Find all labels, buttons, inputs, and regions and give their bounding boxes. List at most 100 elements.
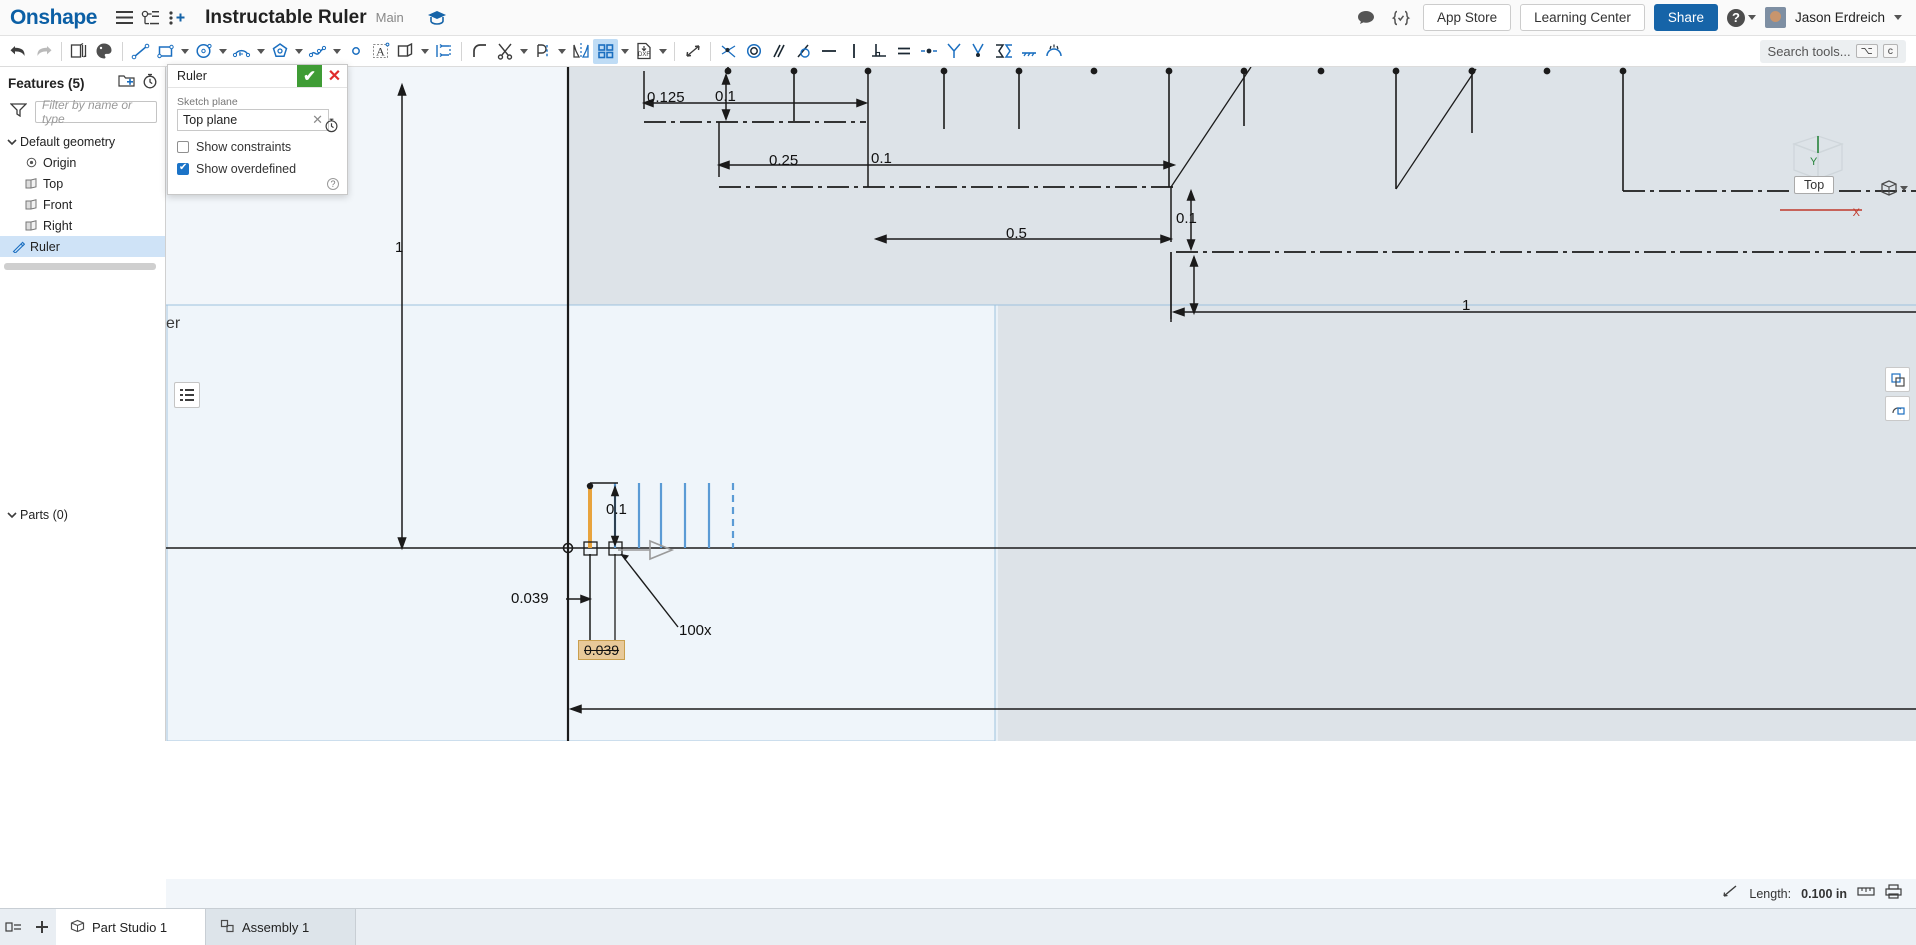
text-tool[interactable]: A — [368, 39, 393, 64]
arc-chevron-down-icon[interactable] — [254, 39, 267, 64]
extend-chevron-down-icon[interactable] — [555, 39, 568, 64]
copy-button[interactable] — [67, 39, 92, 64]
coincident-constraint[interactable] — [716, 39, 741, 64]
vertical-constraint[interactable] — [841, 39, 866, 64]
mirror-tool[interactable] — [568, 39, 593, 64]
graduation-cap-icon[interactable] — [426, 7, 448, 29]
spline-chevron-down-icon[interactable] — [330, 39, 343, 64]
show-constraints-toggle[interactable] — [1041, 39, 1066, 64]
offset-chevron-down-icon[interactable] — [418, 39, 431, 64]
equal-constraint[interactable] — [891, 39, 916, 64]
polygon-tool[interactable] — [267, 39, 292, 64]
sketch-list-button[interactable] — [174, 382, 200, 408]
chevron-down-icon[interactable] — [5, 511, 18, 519]
dimension-label[interactable]: 1 — [1462, 297, 1470, 314]
show-overdefined-row[interactable]: Show overdefined — [177, 162, 338, 176]
fillet-tool[interactable] — [467, 39, 492, 64]
midpoint-constraint[interactable] — [916, 39, 941, 64]
horizontal-constraint[interactable] — [816, 39, 841, 64]
cad-viewport[interactable]: 0.125 0.1 0.25 0.1 0.5 0.1 1 1 0.039 0.1… — [166, 67, 1916, 741]
rectangle-chevron-down-icon[interactable] — [178, 39, 191, 64]
sketch-display-button[interactable] — [1885, 367, 1910, 392]
perpendicular-constraint[interactable] — [866, 39, 891, 64]
linear-pattern-tool[interactable] — [593, 38, 618, 64]
avatar[interactable] — [1764, 7, 1786, 28]
dimension-label[interactable]: 0.1 — [871, 150, 892, 167]
tab-assembly-1[interactable]: Assembly 1 — [206, 909, 356, 945]
tangent-constraint[interactable] — [791, 39, 816, 64]
parts-section[interactable]: Parts (0) — [0, 504, 165, 525]
tree-group-default-geometry[interactable]: Default geometry — [0, 131, 165, 152]
appearance-button[interactable] — [92, 39, 117, 64]
dialog-clock-icon[interactable] — [324, 118, 339, 138]
print-icon[interactable] — [1885, 883, 1902, 904]
app-store-button[interactable]: App Store — [1423, 4, 1512, 31]
chevron-down-icon[interactable] — [5, 138, 18, 146]
concentric-constraint[interactable] — [741, 39, 766, 64]
overdefined-dimension-label[interactable]: 0.039 — [578, 640, 626, 660]
dimension-label[interactable]: 0.1 — [715, 88, 736, 105]
help-icon[interactable]: ? — [327, 178, 339, 190]
sidebar-item-origin[interactable]: Origin — [0, 152, 165, 173]
version-graph-icon[interactable] — [137, 5, 163, 31]
sum-constraint[interactable] — [991, 39, 1016, 64]
extend-tool[interactable] — [530, 39, 555, 64]
tab-part-studio-1[interactable]: Part Studio 1 — [56, 909, 206, 945]
user-name-label[interactable]: Jason Erdreich — [1795, 10, 1885, 25]
import-dxf-tool[interactable]: DXF — [631, 39, 656, 64]
confirm-button[interactable]: ✔ — [297, 65, 322, 87]
history-clock-icon[interactable] — [142, 73, 158, 94]
filter-icon[interactable] — [9, 102, 28, 122]
dimension-label[interactable]: 0.25 — [769, 152, 798, 169]
curvature-constraint[interactable] — [966, 39, 991, 64]
sidebar-item-front[interactable]: Front — [0, 194, 165, 215]
selection-filter-button[interactable] — [1885, 396, 1910, 421]
transform-tool[interactable] — [431, 39, 456, 64]
pattern-count-label[interactable]: 100x — [679, 622, 712, 639]
symmetric-constraint[interactable] — [941, 39, 966, 64]
rectangle-tool[interactable] — [153, 39, 178, 64]
search-tools-input[interactable]: Search tools... ⌥ c — [1759, 39, 1906, 63]
polygon-chevron-down-icon[interactable] — [292, 39, 305, 64]
comment-icon[interactable] — [1353, 5, 1379, 31]
main-menu-icon[interactable] — [111, 5, 137, 31]
filter-input[interactable]: Filter by name or type — [35, 98, 157, 126]
dimension-label[interactable]: 0.5 — [1006, 225, 1027, 242]
import-chevron-down-icon[interactable] — [656, 39, 669, 64]
sidebar-item-right[interactable]: Right — [0, 215, 165, 236]
new-folder-icon[interactable] — [118, 73, 135, 94]
undo-button[interactable] — [6, 39, 31, 64]
show-constraints-row[interactable]: Show constraints — [177, 140, 338, 154]
show-constraints-checkbox[interactable] — [177, 141, 189, 153]
fix-constraint[interactable] — [1016, 39, 1041, 64]
dimension-label[interactable]: 0.1 — [606, 501, 627, 518]
trim-chevron-down-icon[interactable] — [517, 39, 530, 64]
help-menu[interactable]: ? — [1726, 8, 1756, 27]
cancel-button[interactable]: ✕ — [322, 65, 347, 87]
spline-tool[interactable] — [305, 39, 330, 64]
learning-center-button[interactable]: Learning Center — [1520, 4, 1645, 31]
show-overdefined-checkbox[interactable] — [177, 162, 189, 175]
clear-icon[interactable]: ✕ — [312, 112, 323, 128]
line-tool[interactable] — [128, 39, 153, 64]
redo-button[interactable] — [31, 39, 56, 64]
circle-tool[interactable] — [191, 39, 216, 64]
onshape-logo[interactable]: Onshape — [10, 6, 97, 30]
dimension-label[interactable]: 0.039 — [511, 590, 549, 607]
trim-tool[interactable] — [492, 39, 517, 64]
dimension-label[interactable]: 0.125 — [647, 89, 685, 106]
measure-icon[interactable] — [1857, 884, 1875, 903]
parallel-constraint[interactable] — [766, 39, 791, 64]
feature-script-icon[interactable] — [1388, 5, 1414, 31]
sidebar-item-top[interactable]: Top — [0, 173, 165, 194]
add-element-icon[interactable] — [163, 5, 189, 31]
arc-tool[interactable] — [229, 39, 254, 64]
view-orientation-button[interactable] — [1880, 179, 1908, 197]
feature-scrollbar[interactable] — [4, 263, 156, 270]
dimension-tool[interactable] — [680, 39, 705, 64]
share-button[interactable]: Share — [1653, 4, 1718, 31]
sketch-plane-field[interactable]: Top plane ✕ — [177, 109, 329, 131]
sidebar-item-ruler-sketch[interactable]: Ruler — [0, 236, 165, 257]
user-chevron-down-icon[interactable] — [1894, 15, 1902, 20]
add-tab-button[interactable] — [28, 909, 56, 945]
